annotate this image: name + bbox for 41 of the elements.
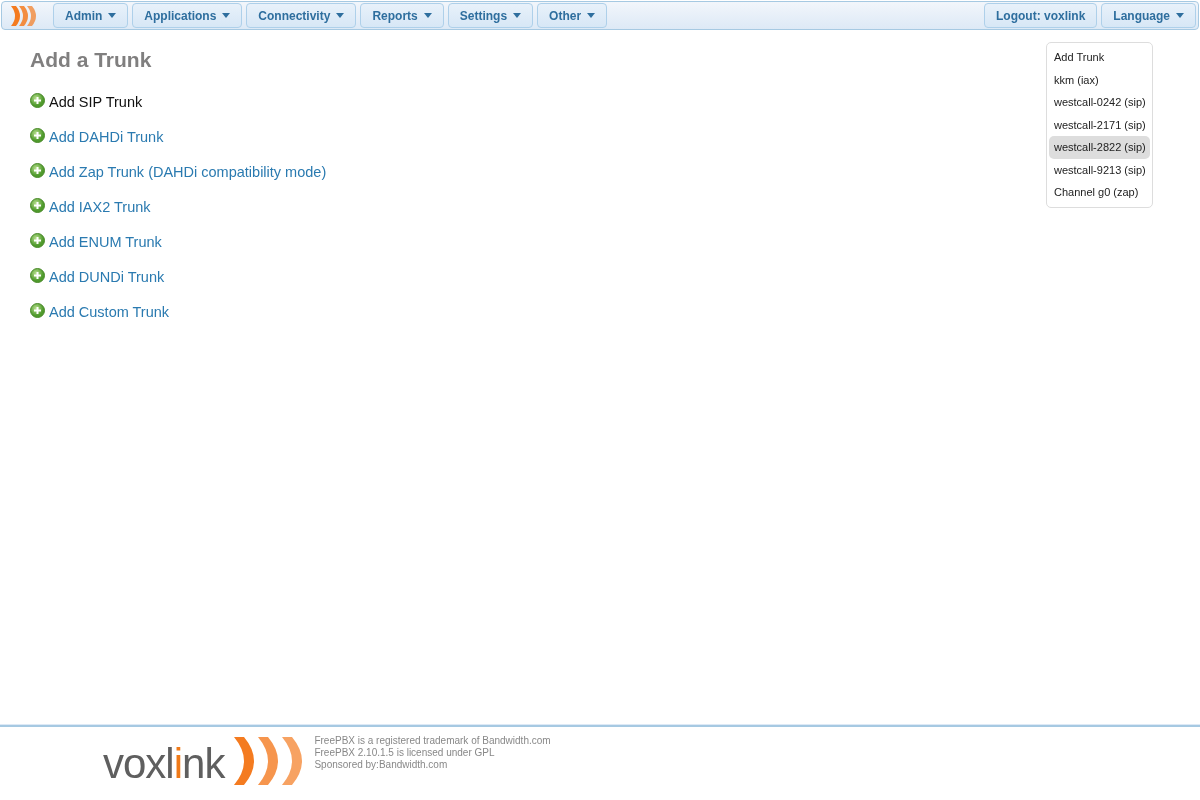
trunk-list-item[interactable]: westcall-2171 (sip) [1049, 113, 1150, 136]
footer-text: Sponsored by:Bandwidth.com [314, 759, 449, 771]
menu-button[interactable]: Settings [447, 3, 534, 28]
logout-button[interactable]: Logout: voxlink [984, 3, 1098, 28]
footer-text: FreePBX is a registered trademark of Bandwidth.com [314, 735, 551, 747]
trunk-list-item[interactable]: Channel g0 (zap) [1049, 181, 1150, 204]
add-trunk-link[interactable]: Add Zap Trunk (DAHDi compatibility mode) [30, 162, 327, 198]
add-icon [30, 303, 45, 319]
footer-text: FreePBX 2.10.1.5 is licensed under GPL [314, 747, 496, 759]
add-trunk-link[interactable]: Add DUNDi Trunk [30, 267, 165, 303]
caret-icon [336, 13, 345, 18]
trunk-list-item[interactable]: Add Trunk [1049, 46, 1150, 69]
page-title: Add a Trunk [30, 47, 152, 73]
menu-button[interactable]: Admin [53, 3, 129, 28]
add-trunk-link[interactable]: Add SIP Trunk [30, 92, 143, 128]
menu-button[interactable]: Reports [360, 3, 444, 28]
add-icon [30, 128, 45, 144]
add-trunk-link[interactable]: Add ENUM Trunk [30, 232, 162, 268]
caret-icon [222, 13, 231, 18]
caret-icon [1176, 13, 1184, 18]
menu-button[interactable]: Applications [132, 3, 243, 28]
add-trunk-link[interactable]: Add Custom Trunk [30, 302, 170, 338]
menu-button[interactable]: Language [1101, 3, 1196, 28]
add-icon [30, 268, 45, 284]
caret-icon [108, 13, 117, 18]
logo-text: voxlink [103, 743, 225, 785]
menu-button[interactable]: Connectivity [246, 3, 357, 28]
add-trunk-link[interactable]: Add IAX2 Trunk [30, 197, 151, 233]
add-icon [30, 233, 45, 249]
add-icon [30, 93, 45, 109]
caret-icon [423, 13, 432, 18]
add-icon [30, 198, 45, 214]
trunk-list-item[interactable]: kkm (iax) [1049, 68, 1150, 91]
menu-button[interactable]: Other [537, 3, 608, 28]
add-trunk-link[interactable]: Add DAHDi Trunk [30, 127, 164, 163]
add-icon [30, 163, 45, 179]
caret-icon [587, 13, 596, 18]
trunk-list-item[interactable]: westcall-2822 (sip) [1049, 136, 1150, 159]
trunk-list-item[interactable]: westcall-9213 (sip) [1049, 158, 1150, 181]
trunk-list-item[interactable]: westcall-0242 (sip) [1049, 91, 1150, 114]
caret-icon [513, 13, 522, 18]
